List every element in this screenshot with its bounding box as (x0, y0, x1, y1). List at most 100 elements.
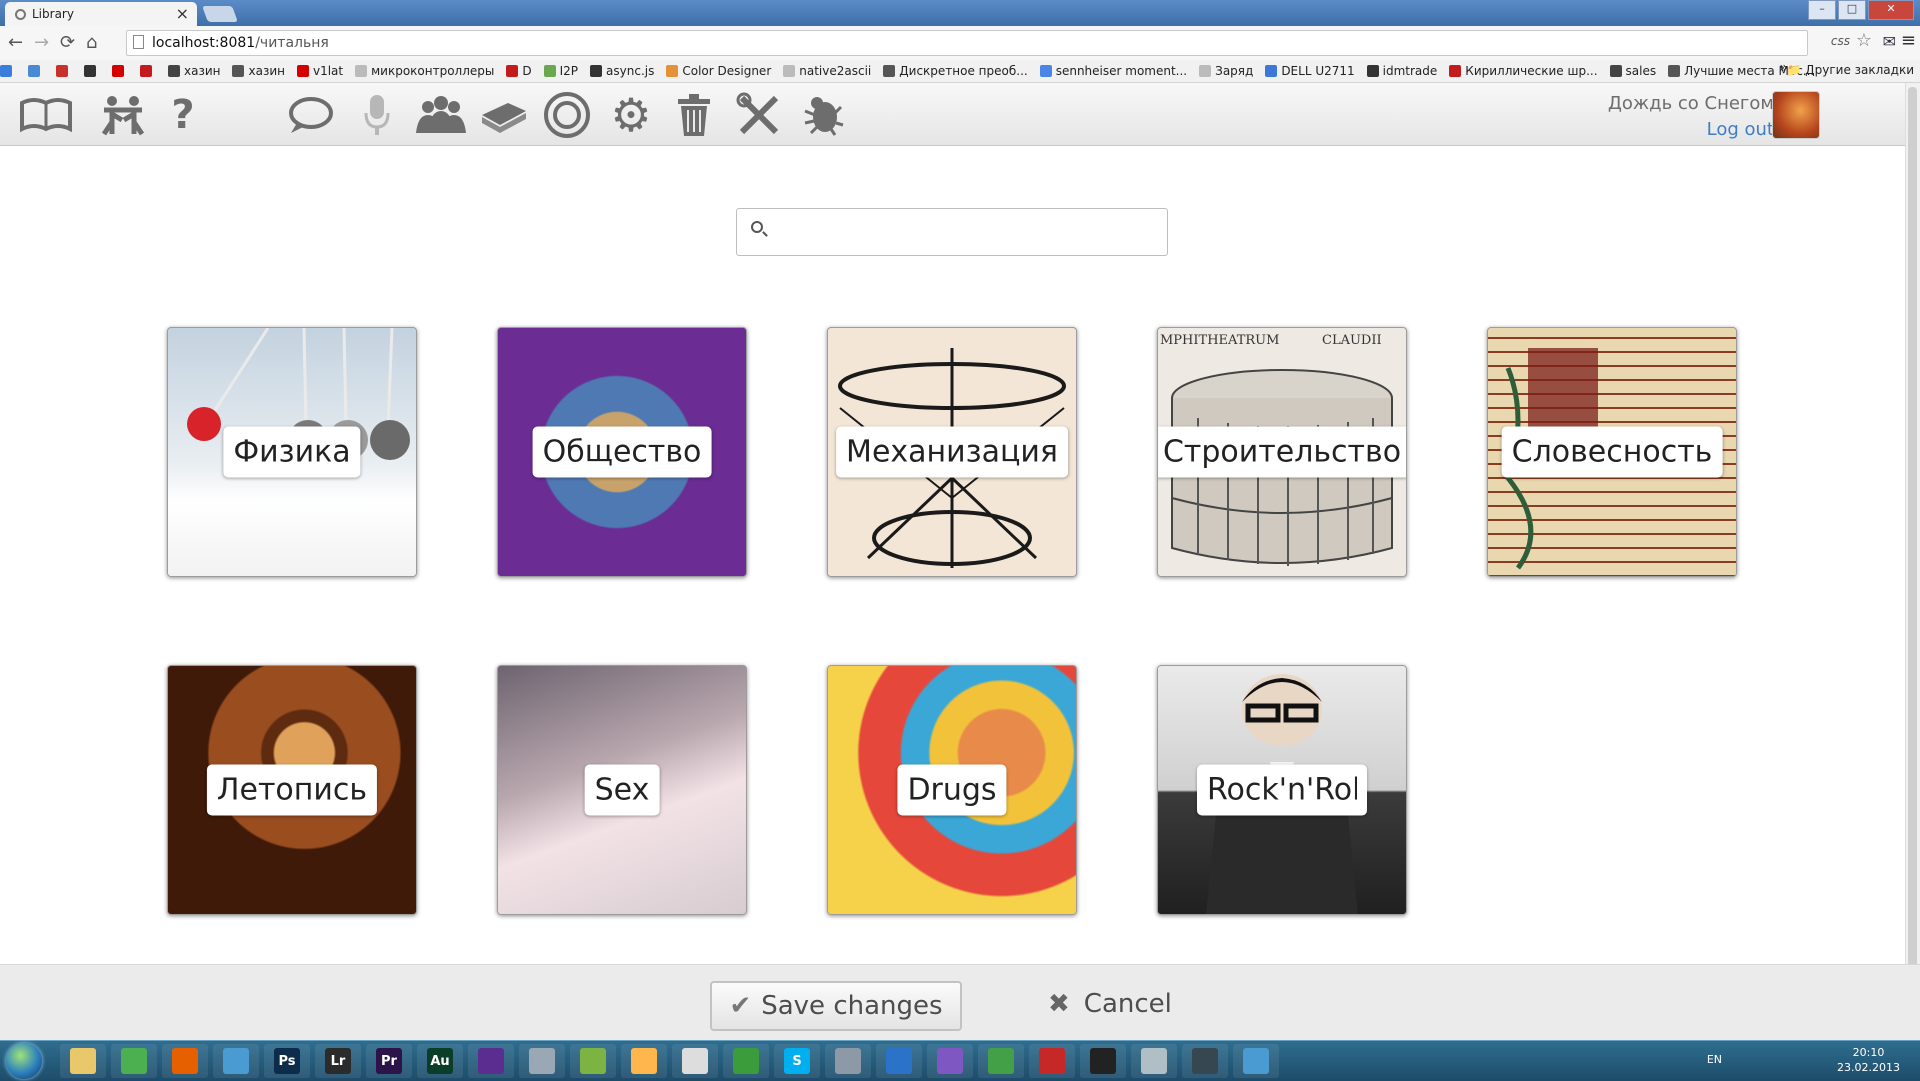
category-tile-mechanization[interactable]: Механизация (827, 327, 1077, 577)
taskbar-app-app-purple[interactable] (927, 1044, 973, 1078)
bookmark-star-icon[interactable]: ☆ (1856, 30, 1872, 51)
taskbar-app-audition[interactable]: Au (417, 1044, 463, 1078)
language-indicator[interactable]: EN (1707, 1053, 1722, 1066)
bookmark-item[interactable] (84, 65, 100, 77)
bookmark-item[interactable]: I2P (543, 64, 578, 78)
css-extension-icon[interactable]: css (1831, 34, 1850, 48)
taskbar-app-paint[interactable] (621, 1044, 667, 1078)
bookmark-item[interactable]: D (506, 64, 532, 78)
books-stack-icon[interactable] (478, 93, 528, 137)
bookmark-item[interactable] (56, 65, 72, 77)
bookmark-item[interactable]: idmtrade (1366, 64, 1437, 78)
target-icon[interactable] (542, 92, 592, 138)
category-tile-drugs[interactable]: Drugs (827, 665, 1077, 915)
taskbar-app-app-circle[interactable] (519, 1044, 565, 1078)
taskbar-app-chrome[interactable] (111, 1044, 157, 1078)
bookmark-item[interactable]: Кириллические шр... (1449, 64, 1598, 78)
logout-link[interactable]: Log out (1707, 119, 1774, 140)
tab-close-icon[interactable]: × (176, 4, 189, 23)
help-icon[interactable]: ? (166, 92, 200, 138)
taskbar-app-visual-studio[interactable] (468, 1044, 514, 1078)
bookmark-item[interactable] (112, 65, 128, 77)
library-book-icon[interactable] (18, 93, 74, 137)
tools-icon[interactable] (736, 92, 782, 137)
taskbar-app-app-disk[interactable] (1131, 1044, 1177, 1078)
bookmark-item[interactable] (28, 65, 44, 77)
taskbar-app-photoshop[interactable]: Ps (264, 1044, 310, 1078)
bookmark-item[interactable]: sennheiser moment... (1039, 64, 1187, 78)
taskbar-app-explorer[interactable] (60, 1044, 106, 1078)
category-tile-literature[interactable]: Словесность (1487, 327, 1737, 577)
page-scrollbar[interactable] (1905, 83, 1920, 1040)
taskbar-app-app-leaf[interactable] (978, 1044, 1024, 1078)
bookmark-item[interactable]: sales (1609, 64, 1656, 78)
menu-icon[interactable]: ≡ (1901, 30, 1916, 51)
taskbar-app-app-wave[interactable] (1233, 1044, 1279, 1078)
category-name-input[interactable] (1207, 772, 1357, 808)
bookmark-item[interactable]: async.js (590, 64, 654, 78)
taskbar-app-steam[interactable] (1182, 1044, 1228, 1078)
taskbar-app-app-tool[interactable] (825, 1044, 871, 1078)
bookmark-label: async.js (606, 64, 655, 78)
start-button[interactable] (6, 1043, 42, 1079)
bookmark-item[interactable]: хазин (168, 64, 220, 78)
app-bolt-icon (886, 1048, 912, 1074)
cancel-button[interactable]: ✖ Cancel (1048, 981, 1172, 1027)
scrollbar-thumb[interactable] (1908, 87, 1917, 1027)
browser-tab[interactable]: Library × (5, 2, 197, 26)
taskbar-app-utorrent[interactable] (723, 1044, 769, 1078)
taskbar-app-app-blue[interactable] (213, 1044, 259, 1078)
taskbar-app-app-bolt[interactable] (876, 1044, 922, 1078)
new-tab-button[interactable] (202, 6, 238, 22)
bookmark-item[interactable]: Дискретное преоб... (883, 64, 1028, 78)
taskbar-app-lightroom[interactable]: Lr (315, 1044, 361, 1078)
reload-icon[interactable]: ⟳ (60, 32, 75, 53)
maximize-button[interactable]: □ (1838, 0, 1866, 20)
taskbar-app-acrobat[interactable] (1029, 1044, 1075, 1078)
taskbar-app-console[interactable] (1080, 1044, 1126, 1078)
minimize-button[interactable]: – (1808, 0, 1836, 20)
bookmark-item[interactable]: микроконтроллеры (355, 64, 494, 78)
avatar[interactable] (1772, 91, 1820, 139)
bookmark-item[interactable]: Заряд (1199, 64, 1253, 78)
group-icon[interactable] (414, 93, 468, 137)
chat-bubble-icon[interactable] (286, 93, 334, 137)
category-tile-sex[interactable]: Sex (497, 665, 747, 915)
search-field[interactable] (736, 208, 1168, 257)
back-arrow-icon[interactable]: ← (8, 32, 23, 53)
save-changes-button[interactable]: ✔ Save changes (710, 981, 962, 1031)
clock[interactable]: 20:10 23.02.2013 (1837, 1045, 1900, 1075)
bookmark-item[interactable] (0, 65, 16, 77)
other-bookmarks-folder[interactable]: 📁 Другие закладки (1786, 63, 1914, 77)
category-tile-construction[interactable]: MPHITHEATRUM CLAUDII Строительство (1157, 327, 1407, 577)
taskbar-app-skype[interactable]: S (774, 1044, 820, 1078)
trash-icon[interactable] (674, 93, 714, 137)
art-caption-left: MPHITHEATRUM (1160, 333, 1279, 348)
bookmark-item[interactable]: v1lat (296, 64, 343, 78)
bookmark-item[interactable]: DELL U2711 (1265, 64, 1355, 78)
microphone-icon[interactable] (360, 93, 394, 137)
bookmark-item[interactable]: native2ascii (783, 64, 871, 78)
gear-icon[interactable]: ⚙ (608, 88, 654, 142)
home-icon[interactable]: ⌂ (86, 32, 97, 53)
window-close-button[interactable]: ✕ (1868, 0, 1914, 20)
bookmark-favicon-icon (168, 65, 180, 77)
category-tile-physics[interactable]: Физика (167, 327, 417, 577)
mail-icon[interactable]: ✉ (1883, 32, 1896, 51)
people-icon[interactable] (98, 93, 148, 137)
bug-icon[interactable] (800, 93, 846, 137)
forward-arrow-icon[interactable]: → (34, 32, 49, 53)
taskbar-app-notepad[interactable] (570, 1044, 616, 1078)
bookmark-item[interactable]: Color Designer (666, 64, 771, 78)
bookmark-item[interactable]: хазин (232, 64, 285, 78)
search-input[interactable] (781, 209, 1145, 257)
taskbar-app-firefox[interactable] (162, 1044, 208, 1078)
bookmark-favicon-icon (355, 65, 368, 77)
category-tile-chronicle[interactable]: Летопись (167, 665, 417, 915)
category-tile-society[interactable]: Общество (497, 327, 747, 577)
category-tile-rocknroll[interactable] (1157, 665, 1407, 915)
bookmark-item[interactable] (140, 65, 156, 77)
taskbar-app-premiere[interactable]: Pr (366, 1044, 412, 1078)
url-field[interactable]: localhost:8081/читальня (126, 30, 1808, 56)
taskbar-app-alien[interactable] (672, 1044, 718, 1078)
